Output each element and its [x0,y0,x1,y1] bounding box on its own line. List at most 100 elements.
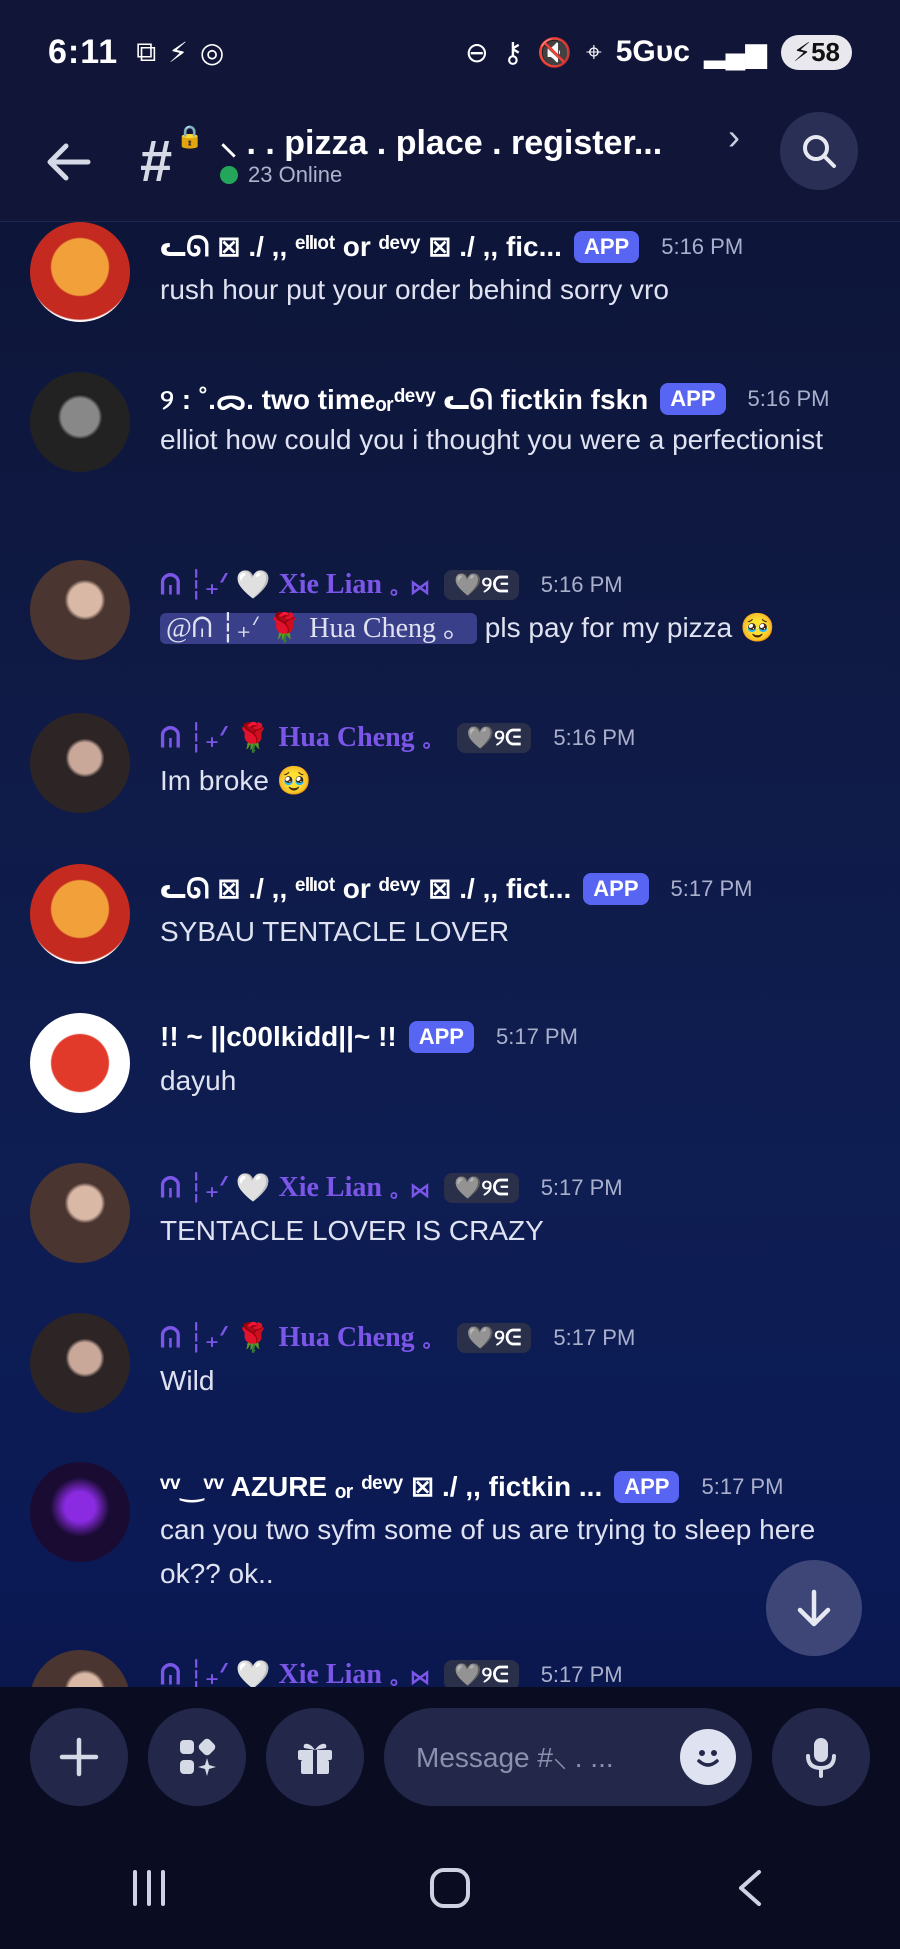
user-mention[interactable]: @ᕬ ┆₊ᐟ 🌹 Hua Cheng 。 [160,613,478,644]
home-icon[interactable] [426,1864,474,1912]
status-time: 6:11 [48,32,119,71]
message-list[interactable]: ᓚᘏ ⊠ ./ ,, ᵉˡˡᶦᵒᵗ or ᵈᵉᵛʸ ⊠ ./ ,, fic...… [0,222,900,1687]
add-attachment-button[interactable] [30,1708,128,1806]
timestamp: 5:16 PM [747,386,830,411]
lock-icon: 🔒 [176,124,204,149]
back-nav-icon[interactable] [729,1866,773,1910]
battery-level: 58 [811,36,840,67]
timestamp: 5:17 PM [495,1024,578,1049]
app-badge: APP [408,1021,474,1053]
message-input[interactable]: Message #⸜ . ... [384,1708,752,1806]
message-content: pls pay for my pizza 🥹 [477,612,775,643]
system-nav-bar [0,1827,900,1949]
timestamp: 5:16 PM [540,572,623,597]
gift-button[interactable] [266,1708,364,1806]
author-name[interactable]: Xie Lian [279,1659,382,1687]
server-tag[interactable]: 🩶୨ᕮ [443,570,519,600]
server-tag[interactable]: 🩶୨ᕮ [456,723,532,753]
message-composer: Message #⸜ . ... [0,1687,900,1827]
smiley-icon [697,1750,719,1767]
avatar[interactable] [30,1313,130,1413]
microphone-icon [806,1738,836,1778]
status-bar: 6:11 ⧉ ⚡ ◎ ⊖ ⚷ 🔇 ⌖ 5Gᴜᴄ ▂▄▆ ⚡58 [0,0,900,104]
author-name[interactable]: ᓚᘏ ⊠ ./ ,, ᵉˡˡᶦᵒᵗ or ᵈᵉᵛʸ ⊠ ./ ,, fic... [160,230,562,264]
timestamp: 5:17 PM [553,1325,636,1350]
timestamp: 5:17 PM [701,1473,784,1499]
role-suffix: 。 [422,729,443,752]
avatar[interactable] [30,1650,130,1687]
message-text: can you two syfm some of us are trying t… [160,1514,816,1589]
jump-to-bottom-button[interactable] [766,1560,862,1656]
author-name[interactable]: !! ~ ||c00lkidd||~ !! [160,1021,397,1053]
app-badge: APP [583,873,649,905]
apps-button[interactable] [148,1708,246,1806]
avatar[interactable] [30,864,130,964]
message-text: dayuh [160,1065,237,1096]
channel-header: # 🔒 ⸜ . . pizza . place . register... › … [0,104,900,222]
message-text: @ᕬ ┆₊ᐟ 🌹 Hua Cheng 。 pls pay for my pizz… [160,606,870,651]
role-prefix: ᕬ ┆₊ᐟ 🤍 [160,1660,271,1687]
back-button[interactable] [42,134,98,190]
author-name[interactable]: ᵛᵛ‿ᵛᵛ AZURE ₒᵣ ᵈᵉᵛʸ ⊠ ./ ,, fictkin ... [160,1470,602,1503]
chevron-right-icon[interactable]: › [728,116,740,158]
message-text: SYBAU TENTACLE LOVER [160,916,510,947]
apps-icon [180,1738,216,1776]
arrow-left-icon [47,143,91,181]
recent-apps-icon[interactable] [127,1866,171,1910]
channel-hash-icon: # [140,129,173,194]
online-dot [220,166,238,184]
dnd-icon: ⊖ [465,36,489,68]
search-icon [803,135,836,168]
search-button[interactable] [780,112,858,190]
author-name[interactable]: ᓚᘏ ⊠ ./ ,, ᵉˡˡᶦᵒᵗ or ᵈᵉᵛʸ ⊠ ./ ,, fict..… [160,872,571,906]
online-count: 23 Online [220,162,342,188]
author-name[interactable]: Hua Cheng [279,1322,415,1354]
role-prefix: ᕬ ┆₊ᐟ 🌹 [160,1323,271,1354]
key-icon: ⚷ [502,36,524,68]
role-prefix: ᕬ ┆₊ᐟ 🌹 [160,723,271,754]
emoji-button[interactable] [680,1729,736,1785]
role-prefix: ᕬ ┆₊ᐟ 🤍 [160,1173,271,1204]
network-label: 5Gᴜᴄ [615,35,690,68]
message-text: elliot how could you i thought you were … [160,424,824,455]
avatar[interactable] [30,1013,130,1113]
mute-icon: 🔇 [537,36,572,68]
message-text: rush hour put your order behind sorry vr… [160,274,669,305]
app-badge: APP [614,1470,680,1503]
server-tag[interactable]: 🩶୨ᕮ [443,1660,519,1687]
timestamp: 5:16 PM [553,725,636,750]
avatar[interactable] [30,1462,130,1562]
role-suffix: 。⋈ [389,1666,430,1688]
location-icon: ⌖ [585,35,602,67]
server-tag[interactable]: 🩶୨ᕮ [456,1323,532,1353]
gift-icon [298,1743,332,1775]
screenshot-icon: ⧉ [136,35,157,67]
avatar[interactable] [30,560,130,660]
avatar[interactable] [30,222,130,322]
author-name[interactable]: Xie Lian [279,569,382,601]
app-badge: APP [573,231,640,263]
signal-icon: ▂▄▆ [703,36,767,68]
message-text: Wild [160,1365,215,1396]
role-suffix: 。 [422,1329,443,1352]
author-name[interactable]: ୨ : ˚.ᯅ. two timeₒᵣᵈᵉᵛʸ ᓚᘏ fictkin fskn [160,380,648,418]
channel-name[interactable]: ⸜ . . pizza . place . register... [220,118,662,164]
author-name[interactable]: Xie Lian [279,1172,382,1204]
message-text: TENTACLE LOVER IS CRAZY [160,1215,544,1246]
timestamp: 5:17 PM [670,876,753,901]
bolt-icon: ⚡ [168,36,188,68]
online-label: 23 Online [248,162,343,187]
message-text: Im broke 🥹 [160,765,312,796]
voice-message-button[interactable] [772,1708,870,1806]
plus-icon [59,1737,99,1777]
battery-indicator: ⚡58 [780,34,852,70]
avatar[interactable] [30,1163,130,1263]
server-tag[interactable]: 🩶୨ᕮ [443,1173,519,1203]
author-name[interactable]: Hua Cheng [279,722,415,754]
role-prefix: ᕬ ┆₊ᐟ 🤍 [160,570,271,601]
timestamp: 5:16 PM [661,234,744,259]
avatar[interactable] [30,713,130,813]
avatar[interactable] [30,372,130,472]
role-suffix: 。⋈ [389,576,430,599]
timestamp: 5:17 PM [540,1175,623,1200]
